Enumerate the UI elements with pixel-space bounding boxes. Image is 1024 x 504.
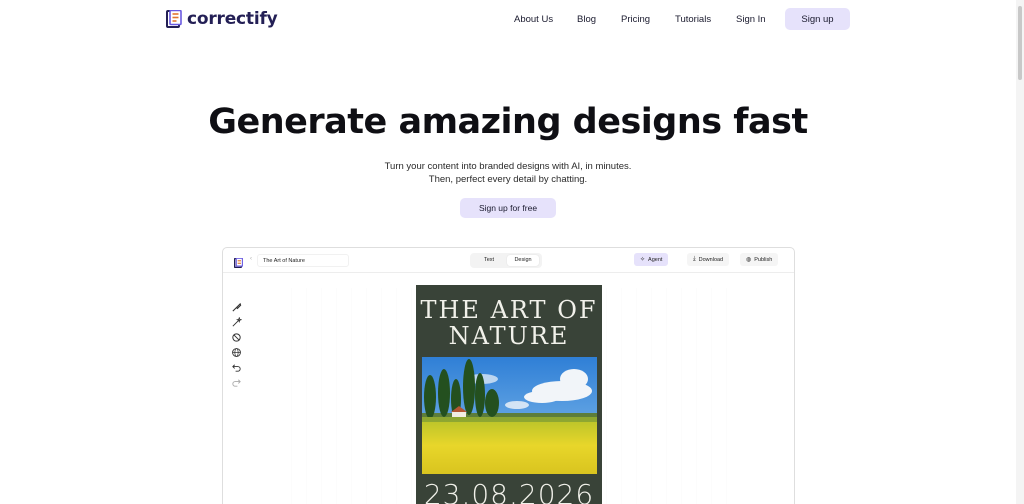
globe-icon[interactable]	[231, 347, 242, 358]
nav-link-pricing[interactable]: Pricing	[621, 14, 650, 25]
signup-button[interactable]: Sign up	[785, 8, 850, 30]
tab-text[interactable]: Text	[473, 255, 505, 266]
undo-icon[interactable]	[231, 362, 242, 373]
editor-logo-icon[interactable]	[233, 255, 243, 269]
back-chevron-icon[interactable]: ‹	[250, 256, 252, 262]
hero-subtitle-line-1: Turn your content into branded designs w…	[384, 161, 632, 172]
agent-label: Agent	[648, 256, 663, 263]
editor-toolbar: ‹ The Art of Nature Text Design ✧ Agent …	[223, 248, 794, 273]
poster-landscape-image	[422, 357, 597, 474]
scrollbar-thumb[interactable]	[1018, 6, 1022, 80]
nav-link-sign-in[interactable]: Sign In	[736, 14, 766, 25]
logo-icon	[166, 9, 182, 28]
globe-icon: ◍	[746, 257, 752, 263]
document-name-field[interactable]: The Art of Nature	[257, 254, 349, 267]
magic-wand-icon: ✧	[640, 257, 646, 263]
no-symbol-icon[interactable]	[231, 332, 242, 343]
download-icon: ⤓	[693, 256, 696, 262]
nav-link-about-us[interactable]: About Us	[514, 14, 553, 25]
brush-icon[interactable]	[231, 302, 242, 313]
nav-link-blog[interactable]: Blog	[577, 14, 596, 25]
poster-title-line-1: THE ART OF	[420, 296, 598, 324]
hero-signup-free-button[interactable]: Sign up for free	[460, 198, 556, 218]
poster-date: 23.08.2026	[423, 478, 595, 504]
nav-link-tutorials[interactable]: Tutorials	[675, 14, 711, 25]
agent-button[interactable]: ✧ Agent	[634, 253, 669, 266]
poster-title-line-2: NATURE	[448, 322, 570, 350]
publish-label: Publish	[754, 256, 773, 263]
hero-subtitle-line-2: Then, perfect every detail by chatting.	[428, 174, 588, 185]
mode-toggle: Text Design	[470, 253, 542, 268]
editor-preview: ‹ The Art of Nature Text Design ✧ Agent …	[222, 247, 795, 504]
tab-design[interactable]: Design	[507, 255, 539, 266]
download-label: Download	[698, 256, 724, 263]
brand-logo[interactable]: correctify	[166, 9, 278, 29]
hero-title: Generate amazing designs fast	[208, 102, 808, 142]
brand-name: correctify	[187, 9, 278, 29]
poster-canvas[interactable]: THE ART OF NATURE 23.08.2026	[416, 285, 602, 504]
editor-tool-rail	[229, 302, 245, 394]
download-button[interactable]: ⤓ Download	[687, 253, 730, 266]
publish-button[interactable]: ◍ Publish	[740, 253, 779, 266]
redo-icon[interactable]	[231, 377, 242, 388]
page-scrollbar[interactable]	[1016, 0, 1024, 504]
magic-wand-icon[interactable]	[231, 317, 242, 328]
top-nav: correctify About Us Blog Pricing Tutoria…	[0, 0, 1016, 38]
